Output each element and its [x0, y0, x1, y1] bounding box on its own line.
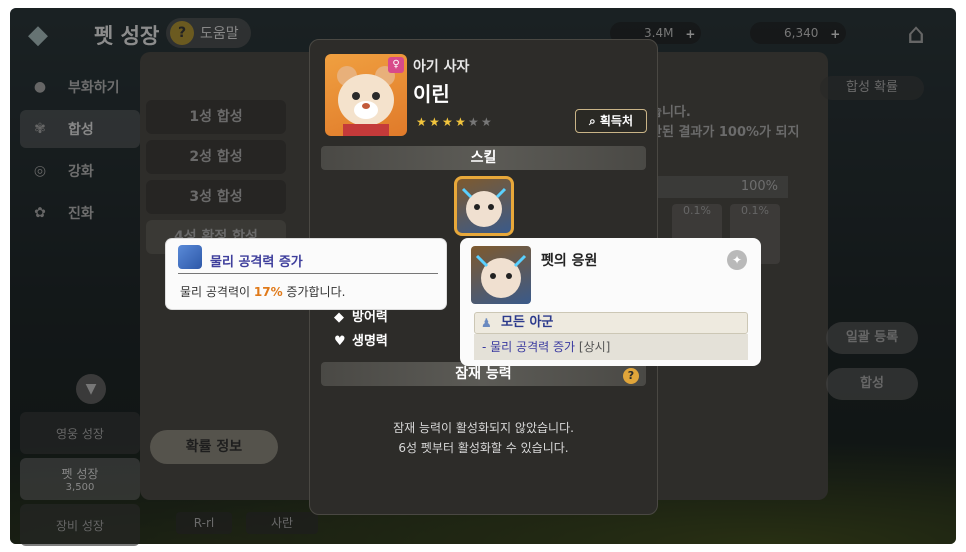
pet-species: 아기 사자	[413, 59, 470, 75]
star-empty-icon: ★	[468, 115, 479, 129]
team-icon: ♟	[481, 316, 492, 330]
enhance-icon: ◎	[33, 163, 47, 179]
sidebar: ● 부화하기 ✾ 합성 ◎ 강화 ✿ 진화	[20, 68, 140, 236]
gem-currency: 6,340 +	[750, 22, 847, 45]
sidebar-item-label: 진화	[68, 206, 94, 222]
desc-prefix: 물리 공격력이	[180, 285, 254, 299]
synthesis-description: 습니다. 반된 결과가 100%가 되지	[650, 103, 799, 143]
tab-pet-growth[interactable]: 펫 성장 3,500	[20, 458, 140, 500]
heart-icon: ♥	[334, 333, 346, 349]
result-card-chance: 0.1%	[741, 204, 769, 217]
shield-icon: ◆	[334, 309, 344, 325]
help-icon[interactable]: ?	[623, 368, 639, 384]
effect-tag: [상시]	[578, 340, 611, 354]
pet-name: 이린	[413, 82, 450, 106]
obtain-label: 획득처	[599, 114, 634, 128]
skill-slot[interactable]	[454, 176, 514, 236]
tab-label: 영웅 성장	[56, 426, 104, 441]
sidebar-item-hatch[interactable]: ● 부화하기	[20, 68, 140, 106]
tooltip-title: 물리 공격력 증가	[210, 255, 303, 270]
star-empty-icon: ★	[481, 115, 492, 129]
tab-label: 펫 성장	[61, 467, 99, 481]
sidebar-item-label: 합성	[68, 122, 94, 138]
question-icon: ?	[170, 21, 194, 45]
skill-target: ♟ 모든 아군	[474, 312, 748, 334]
skill-section-header: 스킬	[321, 146, 646, 170]
gold-amount: 3.4M	[644, 26, 674, 40]
potential-msg-line: 잠재 능력이 활성화되지 않았습니다.	[393, 421, 574, 435]
evolve-icon: ✿	[34, 205, 46, 221]
stat-tooltip: 물리 공격력 증가 물리 공격력이 17% 증가합니다.	[166, 239, 446, 309]
synthesis-probability-button[interactable]: 합성 확률	[820, 76, 924, 100]
potential-msg-line: 6성 펫부터 활성화할 수 있습니다.	[398, 441, 569, 455]
filter-icon[interactable]: ▼	[76, 374, 106, 404]
star-rating: ★ ★ ★ ★ ★ ★	[416, 116, 493, 128]
tab-1star-synthesis[interactable]: 1성 합성	[146, 100, 286, 134]
bottom-tabs: 영웅 성장 펫 성장 3,500 장비 성장	[20, 412, 140, 550]
desc-line: 반된 결과가 100%가 되지	[650, 125, 800, 140]
star-filled-icon: ★	[416, 115, 427, 129]
tab-equipment-growth[interactable]: 장비 성장	[20, 504, 140, 546]
star-filled-icon: ★	[429, 115, 440, 129]
tab-sub: 3,500	[65, 482, 95, 493]
search-icon: ⌕	[588, 114, 596, 128]
tooltip-description: 물리 공격력이 17% 증가합니다.	[180, 283, 345, 300]
sidebar-item-synthesis[interactable]: ✾ 합성	[20, 110, 140, 148]
pet-portrait: ♀	[325, 54, 407, 136]
skill-effect: - 물리 공격력 증가 [상시]	[474, 334, 748, 360]
add-gold-icon[interactable]: +	[685, 23, 695, 45]
help-label: 도움말	[200, 26, 239, 42]
add-gem-icon[interactable]: +	[830, 23, 840, 45]
skill-portrait	[471, 246, 531, 304]
probability-total: 100%	[650, 176, 788, 198]
sidebar-item-label: 부화하기	[68, 80, 120, 96]
sidebar-item-evolve[interactable]: ✿ 진화	[20, 194, 140, 232]
skill-tooltip: 펫의 응원 ✦ ♟ 모든 아군 - 물리 공격력 증가 [상시]	[460, 238, 761, 366]
target-label: 모든 아군	[501, 315, 554, 330]
help-button[interactable]: ? 도움말	[166, 18, 251, 48]
pet-type-badge-icon: ♀	[388, 57, 404, 73]
synthesize-button[interactable]: 합성	[826, 368, 918, 400]
desc-value: 17%	[253, 285, 283, 299]
tab-2star-synthesis[interactable]: 2성 합성	[146, 140, 286, 174]
potential-message: 잠재 능력이 활성화되지 않았습니다. 6성 펫부터 활성화할 수 있습니다.	[310, 418, 657, 458]
star-filled-icon: ★	[442, 115, 453, 129]
obtain-source-button[interactable]: ⌕ 획득처	[575, 109, 647, 133]
stat-label: 생명력	[352, 334, 388, 349]
pet-cheer-skill-icon	[461, 187, 507, 227]
synthesis-tabs: 1성 합성 2성 합성 3성 합성 4성 확정 합성	[146, 100, 286, 260]
bottom-tag: R-rl	[176, 512, 232, 534]
gem-amount: 6,340	[784, 26, 819, 40]
sidebar-item-enhance[interactable]: ◎ 강화	[20, 152, 140, 190]
pet-cheer-skill-icon	[475, 254, 527, 298]
sword-icon	[178, 245, 202, 269]
skill-title: 펫의 응원	[541, 253, 598, 269]
home-icon[interactable]: ⌂	[898, 18, 934, 50]
result-card-chance: 0.1%	[683, 204, 711, 217]
skill-close-icon[interactable]: ✦	[727, 250, 747, 270]
egg-icon: ●	[33, 79, 47, 95]
tab-hero-growth[interactable]: 영웅 성장	[20, 412, 140, 454]
bottom-tag: 사란	[246, 512, 318, 534]
probability-info-button[interactable]: 확률 정보	[150, 430, 278, 464]
screen-title: 펫 성장	[94, 24, 160, 48]
back-arrow-icon[interactable]: ◆	[28, 20, 72, 50]
register-all-button[interactable]: 일괄 등록	[826, 322, 918, 354]
desc-line: 습니다.	[650, 105, 691, 120]
divider	[178, 273, 438, 274]
paw-icon: ✾	[34, 121, 46, 137]
effect-label: - 물리 공격력 증가	[482, 340, 576, 354]
sidebar-item-label: 강화	[68, 164, 94, 180]
tab-3star-synthesis[interactable]: 3성 합성	[146, 180, 286, 214]
star-filled-icon: ★	[455, 115, 466, 129]
stat-hp: ♥ 생명력	[334, 330, 388, 350]
tab-label: 장비 성장	[56, 518, 104, 533]
desc-suffix: 증가합니다.	[282, 285, 346, 299]
